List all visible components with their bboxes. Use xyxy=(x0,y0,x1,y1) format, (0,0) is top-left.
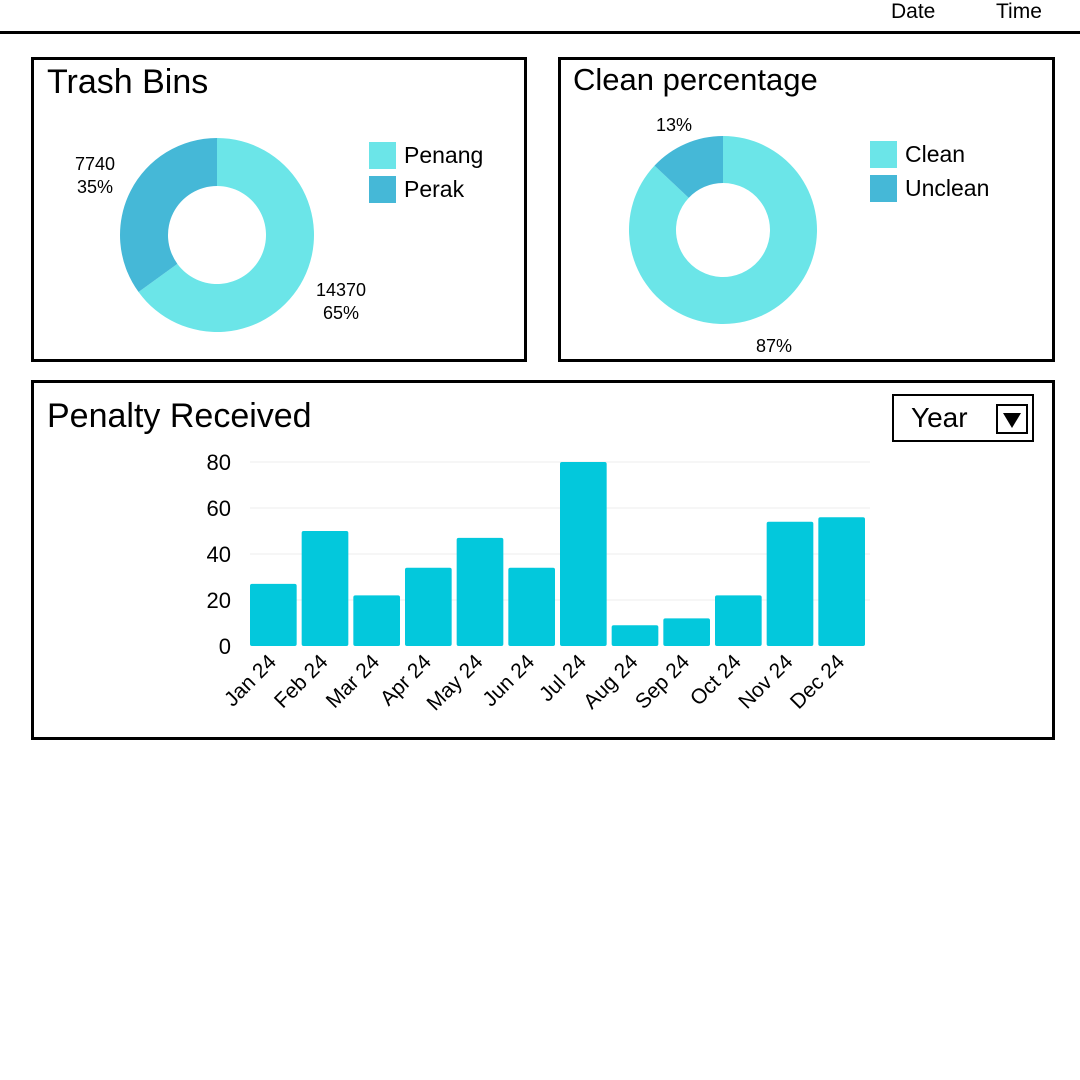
bar-feb-24 xyxy=(301,531,349,646)
time-label: Time xyxy=(996,0,1042,23)
y-tick-label: 80 xyxy=(207,450,231,475)
bar-jun-24 xyxy=(508,567,555,646)
penang-percent-label: 65% xyxy=(322,303,360,323)
bar-aug-24 xyxy=(611,625,659,646)
legend-label-unclean: Unclean xyxy=(905,175,990,201)
perak-swatch-icon xyxy=(369,175,396,203)
bar-nov-24 xyxy=(766,521,814,646)
bar-may-24 xyxy=(456,537,504,646)
perak-percent-label: 35% xyxy=(76,177,114,197)
y-tick-label: 0 xyxy=(219,634,231,659)
top-bar: Date Time xyxy=(0,0,1080,34)
bar-jul-24 xyxy=(560,462,607,646)
bar-mar-24 xyxy=(353,595,400,646)
legend-item-penang: Penang xyxy=(369,141,483,169)
legend-label-perak: Perak xyxy=(404,176,465,202)
clean-percentage-panel: Clean percentage 13% 87% Clean Unclean xyxy=(558,57,1055,362)
unclean-percent-label: 13% xyxy=(655,115,693,135)
bar-dec-24 xyxy=(818,517,865,646)
trash-bins-panel: Trash Bins 7740 35% 14370 65% Penang Per… xyxy=(31,57,527,362)
x-tick-label: Feb 24 xyxy=(270,650,333,713)
dropdown-arrow-icon[interactable] xyxy=(996,404,1028,434)
bar-sep-24 xyxy=(663,618,710,646)
y-tick-label: 20 xyxy=(207,588,231,613)
clean-swatch-icon xyxy=(870,140,897,168)
penang-swatch-icon xyxy=(369,141,396,169)
y-tick-label: 40 xyxy=(207,542,231,567)
trash-bins-slice-perak xyxy=(119,138,217,293)
date-label: Date xyxy=(891,0,936,23)
unclean-swatch-icon xyxy=(870,174,897,202)
legend-item-unclean: Unclean xyxy=(870,174,989,202)
bar-jan-24 xyxy=(250,583,297,646)
y-tick-label: 60 xyxy=(207,496,231,521)
x-tick-label: Sep 24 xyxy=(631,650,695,714)
perak-value-label: 7740 xyxy=(74,154,116,174)
x-tick-label: Aug 24 xyxy=(579,650,643,714)
legend-item-perak: Perak xyxy=(369,175,464,203)
bar-apr-24 xyxy=(405,567,452,646)
penang-slice-label: 14370 65% xyxy=(311,279,371,325)
x-tick-label: May 24 xyxy=(423,650,488,715)
period-select[interactable]: Year xyxy=(892,394,1034,442)
legend-label-clean: Clean xyxy=(905,141,966,167)
bar-oct-24 xyxy=(715,595,762,646)
clean-percentage-donut-chart xyxy=(629,136,817,324)
penang-value-label: 14370 xyxy=(315,280,367,300)
x-tick-label: Mar 24 xyxy=(322,650,385,713)
x-tick-label: Jan 24 xyxy=(220,650,281,711)
penalty-received-panel: Penalty Received 0 20 40 60 80 Jan 24 Feb 24 Ma… xyxy=(31,380,1055,740)
x-tick-label: Jun 24 xyxy=(478,650,539,711)
x-tick-label: Nov 24 xyxy=(734,650,798,714)
perak-slice-label: 7740 35% xyxy=(70,153,120,199)
legend-item-clean: Clean xyxy=(870,140,965,168)
x-tick-label: Dec 24 xyxy=(786,650,850,714)
clean-percent-label: 87% xyxy=(755,336,793,356)
period-select-value: Year xyxy=(911,402,968,433)
legend-label-penang: Penang xyxy=(404,142,484,168)
trash-bins-donut-chart xyxy=(119,138,314,332)
